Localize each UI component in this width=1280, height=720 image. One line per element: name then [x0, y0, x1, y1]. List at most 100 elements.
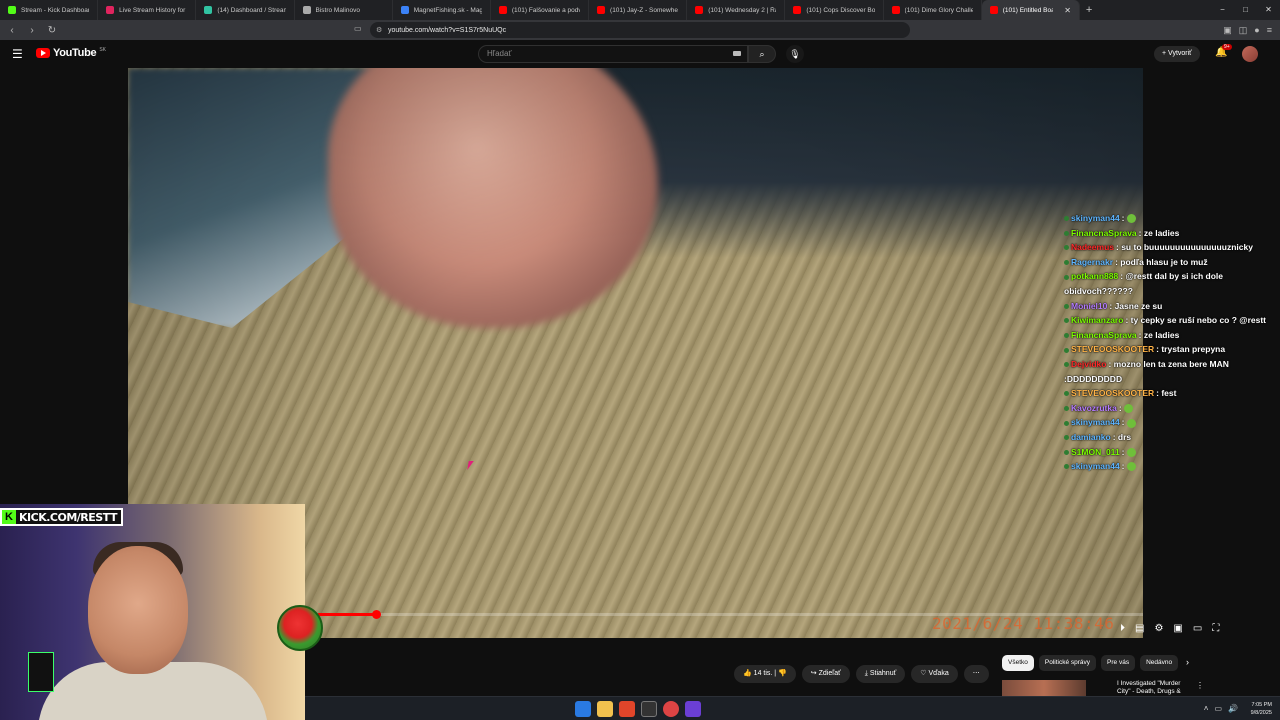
terminal-icon[interactable]	[641, 701, 657, 717]
browser-tab[interactable]: Bistro Malinovo	[295, 0, 393, 20]
thanks-button[interactable]: ♡ Vďaka	[911, 665, 958, 683]
search-input[interactable]: Hľadať	[478, 45, 748, 63]
chat-text: fest	[1161, 388, 1177, 399]
like-button[interactable]: 👍 14 tis. | 👎	[734, 665, 796, 683]
tab-close-icon[interactable]: ✕	[1064, 6, 1071, 15]
browser-tab[interactable]: MagnetFishing.sk - Magnety	[393, 0, 491, 20]
system-tray: ˄ ▭ 🔊	[1204, 704, 1238, 713]
url-text: youtube.com/watch?v=S1S7r5NuUQc	[388, 26, 507, 34]
chat-badge-icon	[1064, 303, 1069, 309]
recommendation-thumbnail[interactable]	[1002, 680, 1086, 696]
theater-mode-icon[interactable]: ▭	[1193, 623, 1202, 634]
chat-badge-icon	[1064, 449, 1069, 455]
video-timestamp-overlay: 2021/6/24 11:38:46	[932, 614, 1115, 633]
miniplayer-icon[interactable]: ▣	[1173, 623, 1182, 634]
site-info-icon[interactable]: ⚙	[376, 26, 382, 34]
share-button[interactable]: ↪ Zdieľať	[801, 665, 850, 683]
tab-title: (14) Dashboard / Streamlabs	[217, 6, 285, 14]
browser-tab[interactable]: (101) Jay-Z - SomewhereInAm	[589, 0, 688, 20]
chat-username: FinancnaSprava	[1071, 329, 1137, 340]
search-placeholder: Hľadať	[487, 49, 512, 58]
hamburger-menu-icon[interactable]: ☰	[12, 47, 23, 61]
create-button[interactable]: + Vytvoriť	[1154, 46, 1200, 62]
chrome-icon[interactable]	[663, 701, 679, 717]
webcam-energy-can	[28, 652, 54, 692]
file-explorer-icon[interactable]	[597, 701, 613, 717]
settings-gear-icon[interactable]: ⚙	[1154, 623, 1163, 634]
reload-icon[interactable]: ↻	[44, 25, 60, 36]
browser-tab[interactable]: (101) Entitled Boaters ✕	[981, 0, 1080, 20]
chat-message: Ragernakr: podľa hlasu je to muž	[1064, 255, 1278, 270]
chat-badge-icon	[1064, 405, 1069, 411]
browser-tab[interactable]: (101) Wednesday 2 | Řádí tam	[687, 0, 786, 20]
search-icon: ⌕	[759, 49, 765, 59]
maximize-button[interactable]: □	[1234, 0, 1257, 20]
chat-badge-icon	[1064, 333, 1069, 338]
new-tab-button[interactable]: +	[1086, 4, 1092, 16]
autoplay-toggle-icon[interactable]: ⏵	[1120, 623, 1125, 634]
filter-chip[interactable]: Politické správy	[1038, 655, 1097, 671]
tab-favicon-icon	[793, 6, 802, 14]
chat-username: Nadeemus	[1071, 242, 1114, 253]
minimize-button[interactable]: −	[1211, 0, 1234, 20]
tab-title: Bistro Malinovo	[315, 6, 360, 14]
search-button[interactable]: ⌕	[748, 45, 776, 63]
filter-chip[interactable]: Pre vás	[1101, 655, 1136, 671]
browser-tab[interactable]: (101) Cops Discover Bodies in	[785, 0, 884, 20]
tab-title: Stream - Kick Dashboard	[21, 6, 90, 14]
close-window-button[interactable]: ✕	[1257, 0, 1280, 20]
video-actions: 👍 14 tis. | 👎 ↪ Zdieľať ⤓ Stiahnuť ♡ Vďa…	[734, 665, 989, 683]
menu-icon[interactable]: ≡	[1267, 25, 1272, 35]
account-avatar[interactable]	[1242, 46, 1258, 62]
tab-favicon-icon	[400, 6, 409, 14]
recommendation-title[interactable]: I Investigated "Murder City" - Death, Dr…	[1117, 680, 1191, 696]
browser-tab[interactable]: Stream - Kick Dashboard	[0, 0, 99, 20]
progress-scrubber[interactable]	[371, 610, 381, 619]
youtube-logo[interactable]: YouTube SK	[36, 47, 106, 59]
browser-tab[interactable]: (101) Dime Glory Challenge 2	[884, 0, 982, 20]
chat-emote-icon	[1126, 214, 1136, 224]
subtitles-icon[interactable]: ▤	[1135, 623, 1144, 634]
kick-channel-badge: K KICK.COM/RESTT	[0, 508, 123, 526]
browser-tab[interactable]: (101) Falšovanie a podvody s tr	[491, 0, 590, 20]
streaming-app-icon[interactable]	[685, 701, 701, 717]
download-button[interactable]: ⤓ Stiahnuť	[855, 665, 906, 683]
extension-icon[interactable]: ▣	[1223, 25, 1232, 36]
keyboard-icon[interactable]	[733, 51, 741, 56]
chat-text: ze ladies	[1143, 227, 1180, 238]
profile-icon[interactable]: ●	[1254, 25, 1259, 35]
taskbar-clock[interactable]: 7:05 PM 9/8/2025	[1251, 701, 1272, 717]
chat-username: STEVEOOSKOOTER	[1071, 388, 1155, 399]
fullscreen-icon[interactable]: ⛶	[1212, 623, 1219, 634]
network-icon[interactable]: ▭	[1214, 704, 1222, 713]
chat-username: potkann888	[1071, 271, 1119, 282]
sidebar-icon[interactable]: ◫	[1239, 25, 1248, 36]
tab-favicon-icon	[989, 6, 998, 14]
tray-chevron-icon[interactable]: ˄	[1204, 704, 1209, 713]
watermelon-emote-icon	[277, 605, 323, 651]
back-icon[interactable]: ‹	[4, 25, 20, 36]
tab-favicon-icon	[8, 6, 16, 14]
chips-next-icon[interactable]: ›	[1186, 657, 1189, 667]
chat-message: skinyman44:	[1064, 459, 1278, 474]
more-actions-button[interactable]: ⋯	[963, 665, 989, 683]
tab-favicon-icon	[695, 6, 704, 14]
browser-tab[interactable]: (14) Dashboard / Streamlabs	[196, 0, 295, 20]
filter-chip[interactable]: Všetko	[1002, 655, 1034, 671]
brave-browser-icon[interactable]	[619, 701, 635, 717]
voice-search-button[interactable]: 🎙	[786, 45, 804, 63]
recommendation-menu-icon[interactable]: ⋮	[1196, 681, 1204, 690]
tab-title: (101) Wednesday 2 | Řádí tam	[708, 6, 776, 14]
chat-message: Dejvidko: mozno len ta zena bere MAN :DD…	[1064, 357, 1278, 386]
clock-date: 9/8/2025	[1250, 710, 1272, 716]
tab-title: (101) Entitled Boaters	[1002, 6, 1053, 14]
url-field[interactable]: ⚙ youtube.com/watch?v=S1S7r5NuUQc	[370, 22, 910, 38]
player-controls: ⏵ ▤ ⚙ ▣ ▭ ⛶	[1120, 620, 1219, 636]
volume-icon[interactable]: 🔊	[1228, 704, 1238, 713]
toolbar-extensions: ▣ ◫ ● ≡	[1223, 20, 1272, 40]
bookmark-icon[interactable]: ▭	[354, 24, 362, 33]
browser-tab[interactable]: Live Stream History for Blerp S	[98, 0, 197, 20]
forward-icon[interactable]: ›	[24, 25, 40, 36]
windows-start-icon[interactable]	[575, 701, 591, 717]
filter-chip[interactable]: Nedávno	[1140, 655, 1179, 671]
